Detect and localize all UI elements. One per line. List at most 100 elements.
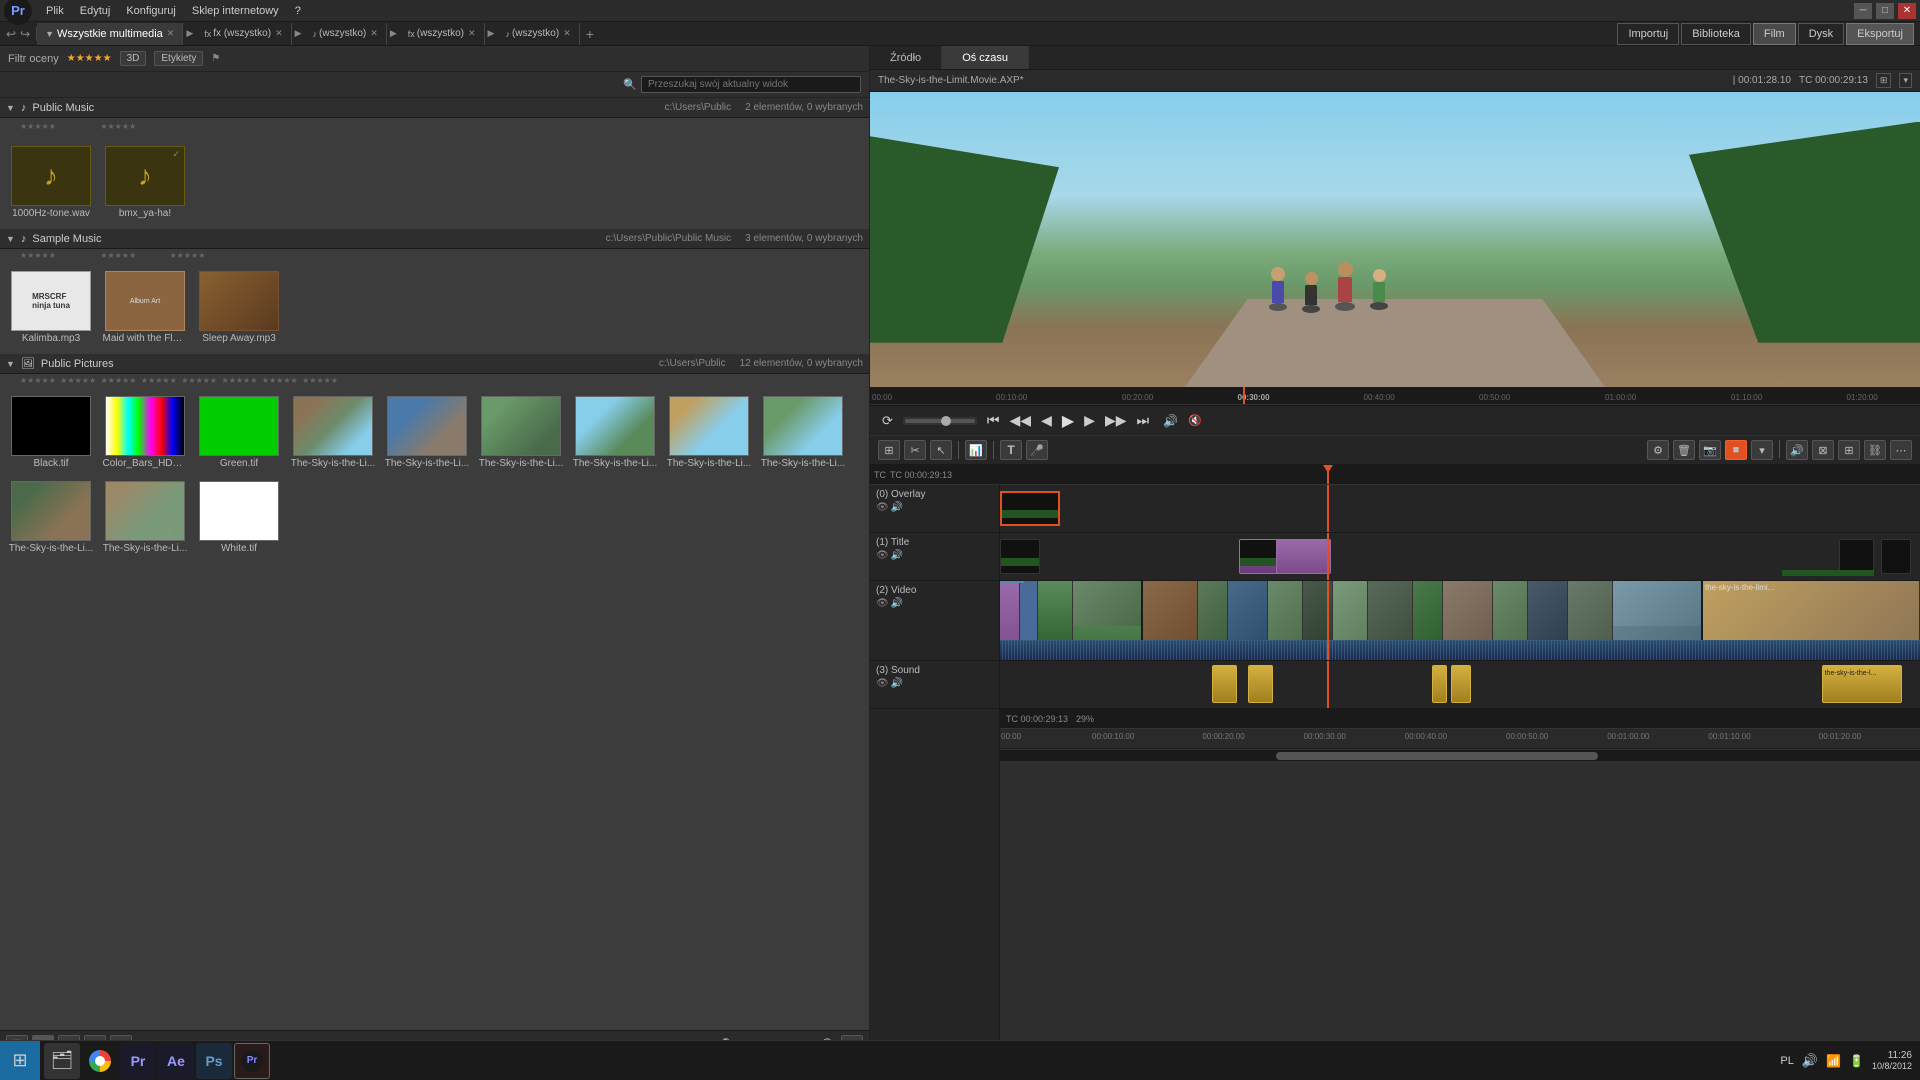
source-tab[interactable]: Źródło — [870, 46, 942, 69]
tl-settings-btn[interactable]: ⚙ — [1647, 440, 1669, 460]
tl-text-btn[interactable]: T — [1000, 440, 1022, 460]
media-item-sky1[interactable]: The-Sky-is-the-Li... — [288, 392, 378, 473]
tl-link-btn[interactable]: ⛓ — [1864, 440, 1886, 460]
track-sound-vis[interactable]: 👁 — [876, 678, 889, 689]
section-arrow-pictures[interactable]: ▼ — [6, 359, 15, 369]
menu-edytuj[interactable]: Edytuj — [72, 3, 119, 19]
tab-fx-all[interactable]: fx fx (wszystko) ✕ — [196, 23, 291, 45]
step-back-btn[interactable]: ◀◀ — [1006, 410, 1036, 431]
taskbar-clock[interactable]: 11:26 10/8/2012 — [1872, 1050, 1912, 1071]
timeline-scrollbar[interactable] — [1000, 749, 1920, 761]
volume-icon[interactable]: 🔊 — [1802, 1053, 1818, 1069]
tl-export-btn[interactable]: 📷 — [1699, 440, 1721, 460]
go-end-btn[interactable]: ⏭ — [1132, 410, 1153, 431]
mute-btn[interactable]: 🔇 — [1184, 412, 1206, 430]
volume-btn[interactable]: 🔊 — [1159, 412, 1182, 430]
track-title-audio[interactable]: 🔊 — [891, 550, 903, 561]
search-input[interactable] — [641, 76, 861, 93]
biblioteka-btn[interactable]: Biblioteka — [1681, 23, 1751, 45]
battery-icon[interactable]: 🔋 — [1849, 1054, 1864, 1068]
taskbar-explorer[interactable]: 🗂 — [44, 1043, 80, 1079]
menu-help[interactable]: ? — [287, 3, 309, 19]
track-video-vis[interactable]: 👁 — [876, 598, 889, 609]
track-sound-audio[interactable]: 🔊 — [891, 678, 903, 689]
sound-clip-2[interactable] — [1248, 665, 1273, 703]
preview-bar-slider[interactable] — [905, 419, 975, 423]
taskbar-premiere-pro[interactable]: Pr — [120, 1043, 156, 1079]
film-btn[interactable]: Film — [1753, 23, 1796, 45]
title-clip-right-1[interactable] — [1839, 539, 1874, 574]
sound-clip-sky[interactable]: the-sky-is-the-l... — [1822, 665, 1902, 703]
tl-mic-btn[interactable]: 🎤 — [1026, 440, 1048, 460]
tl-snap2-btn[interactable]: ⊠ — [1812, 440, 1834, 460]
sound-clip-4[interactable] — [1451, 665, 1471, 703]
title-clip-1[interactable] — [1239, 539, 1279, 574]
tl-zoom-btn[interactable]: ⊞ — [1838, 440, 1860, 460]
media-item-colorbars[interactable]: Color_Bars_HD_1... — [100, 392, 190, 473]
sound-clip-3[interactable] — [1432, 665, 1447, 703]
taskbar-after-effects[interactable]: Ae — [158, 1043, 194, 1079]
tl-delete-btn[interactable]: 🗑 — [1673, 440, 1695, 460]
video-clip-1[interactable] — [1000, 581, 1025, 583]
media-item-green[interactable]: Green.tif — [194, 392, 284, 473]
play-btn[interactable]: ▶ — [1058, 409, 1078, 433]
redo-btn[interactable]: ↪ — [20, 27, 30, 41]
media-item-sky2[interactable]: The-Sky-is-the-Li... — [382, 392, 472, 473]
source-settings-btn[interactable]: ▾ — [1899, 73, 1912, 88]
eksportuj-btn[interactable]: Eksportuj — [1846, 23, 1914, 45]
taskbar-photoshop[interactable]: Ps — [196, 1043, 232, 1079]
tl-vol-btn[interactable]: 🔊 — [1786, 440, 1808, 460]
tab-fx-all-2[interactable]: fx (wszystko) ✕ — [400, 23, 485, 45]
media-item-sky4[interactable]: The-Sky-is-the-Li... — [570, 392, 660, 473]
section-arrow-music[interactable]: ▼ — [6, 103, 15, 113]
source-expand-btn[interactable]: ⊞ — [1876, 73, 1892, 88]
section-arrow-sample[interactable]: ▼ — [6, 234, 15, 244]
timeline-tab[interactable]: Oś czasu — [942, 46, 1029, 69]
scroll-thumb[interactable] — [1276, 752, 1598, 760]
tl-dropdown-btn[interactable]: ▾ — [1751, 440, 1773, 460]
step-back1-btn[interactable]: ◀ — [1037, 410, 1056, 431]
track-title-vis[interactable]: 👁 — [876, 550, 889, 561]
sound-clip-1[interactable] — [1212, 665, 1237, 703]
media-item-1000hz[interactable]: ♪ 1000Hz-tone.wav — [6, 142, 96, 223]
importuj-btn[interactable]: Importuj — [1617, 23, 1679, 45]
tl-more-btn[interactable]: ⋯ — [1890, 440, 1912, 460]
media-item-sky8[interactable]: ✓ The-Sky-is-the-Li... — [100, 477, 190, 558]
step-fwd1-btn[interactable]: ▶ — [1080, 410, 1099, 431]
media-item-sky5[interactable]: The-Sky-is-the-Li... — [664, 392, 754, 473]
tab-all-media[interactable]: ▼ Wszystkie multimedia ✕ — [37, 23, 183, 45]
tl-chart-btn[interactable]: 📊 — [965, 440, 987, 460]
start-button[interactable]: ⊞ — [0, 1041, 40, 1080]
undo-btn[interactable]: ↩ — [6, 27, 16, 41]
tab-all-2[interactable]: ♪ (wszystko) ✕ — [497, 23, 579, 45]
menu-plik[interactable]: Plik — [38, 3, 72, 19]
title-clip-black[interactable] — [1000, 539, 1040, 574]
media-item-sky7[interactable]: The-Sky-is-the-Li... — [6, 477, 96, 558]
media-item-kalimba[interactable]: MRSCRFninja tuna Kalimba.mp3 — [6, 267, 96, 348]
loop-btn[interactable]: ⟳ — [878, 411, 897, 431]
filter-3d-btn[interactable]: 3D — [120, 51, 147, 66]
media-item-black[interactable]: Black.tif — [6, 392, 96, 473]
media-item-sky3[interactable]: The-Sky-is-the-Li... — [476, 392, 566, 473]
dysk-btn[interactable]: Dysk — [1798, 23, 1844, 45]
menu-konfiguruj[interactable]: Konfiguruj — [118, 3, 184, 19]
menu-sklep[interactable]: Sklep internetowy — [184, 3, 287, 19]
tl-razor-btn[interactable]: ✂ — [904, 440, 926, 460]
track-overlay-audio[interactable]: 🔊 — [891, 502, 903, 513]
tab-all[interactable]: ♪ (wszystko) ✕ — [305, 23, 387, 45]
close-btn[interactable]: ✕ — [1898, 3, 1916, 19]
media-item-sky6[interactable]: The-Sky-is-the-Li... — [758, 392, 848, 473]
add-tab-btn[interactable]: + — [580, 26, 600, 42]
taskbar-chrome[interactable] — [82, 1043, 118, 1079]
media-item-maid[interactable]: Album Art Maid with the Flax... — [100, 267, 190, 348]
maximize-btn[interactable]: □ — [1876, 3, 1894, 19]
filter-stars[interactable]: ★★★★★ — [67, 53, 112, 64]
step-fwd-btn[interactable]: ▶▶ — [1101, 410, 1131, 431]
media-item-white[interactable]: White.tif — [194, 477, 284, 558]
media-item-sleep[interactable]: Sleep Away.mp3 — [194, 267, 284, 348]
title-clip-2[interactable] — [1276, 539, 1331, 574]
taskbar-premiere-elements[interactable]: Pr — [234, 1043, 270, 1079]
network-icon[interactable]: 📶 — [1826, 1054, 1841, 1068]
track-overlay-vis[interactable]: 👁 — [876, 502, 889, 513]
filter-etykiety-btn[interactable]: Etykiety — [154, 51, 203, 66]
